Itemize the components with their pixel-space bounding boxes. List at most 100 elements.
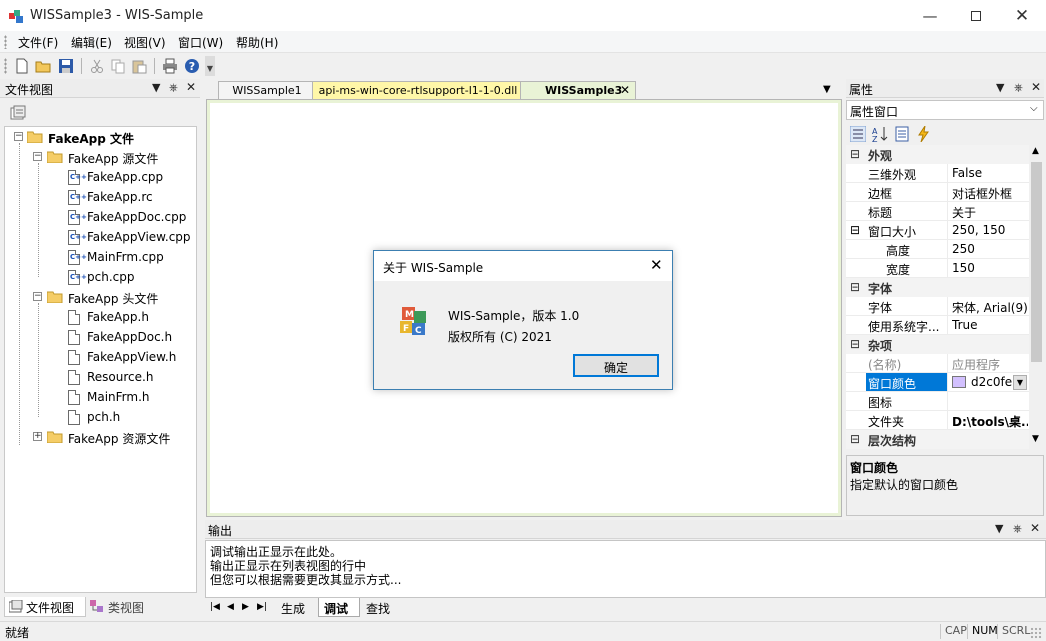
property-value[interactable]: 250, 150 — [952, 223, 1028, 237]
menubar-grip[interactable] — [4, 35, 7, 49]
panel-close-icon[interactable]: ✕ — [186, 80, 196, 94]
property-value[interactable]: False — [952, 166, 1028, 180]
property-row[interactable]: 边框 对话框外框 — [846, 183, 1029, 202]
property-row[interactable]: 文件夹 D:\tools\桌... — [846, 411, 1029, 430]
toolbar-grip[interactable] — [4, 58, 7, 74]
tree-item-resource-group[interactable]: + FakeApp 资源文件 — [5, 428, 195, 448]
ok-button[interactable]: 确定 — [573, 354, 659, 377]
resize-grip[interactable] — [1030, 627, 1042, 639]
events-icon[interactable] — [916, 126, 932, 142]
tree-item-header-group[interactable]: − FakeApp 头文件 — [5, 288, 195, 308]
property-category[interactable]: ⊟ 字体 — [846, 278, 1029, 297]
collapse-icon[interactable]: ⊟ — [850, 223, 860, 237]
panel-menu-icon[interactable]: ▼ — [996, 81, 1004, 94]
menu-view[interactable]: 视图(V) — [124, 34, 166, 51]
tree-item-file[interactable]: FakeAppView.h — [5, 348, 195, 368]
tab-find[interactable]: 查找 — [366, 600, 390, 617]
collapse-icon[interactable]: ⊟ — [850, 337, 860, 351]
scrollbar-thumb[interactable] — [1031, 162, 1042, 362]
tree-item-file[interactable]: C++ FakeAppDoc.cpp — [5, 208, 195, 228]
tree-item-file[interactable]: FakeAppDoc.h — [5, 328, 195, 348]
sort-alphabetical-icon[interactable]: AZ — [872, 126, 888, 142]
tree-item-file[interactable]: C++ FakeAppView.cpp — [5, 228, 195, 248]
tree-item-file[interactable]: C++ FakeApp.cpp — [5, 168, 195, 188]
property-value[interactable]: d2c0fe — [971, 375, 1012, 389]
next-tab-icon[interactable]: ▶ — [242, 602, 249, 612]
help-icon[interactable]: ? — [184, 58, 200, 74]
tab-dll[interactable]: api-ms-win-core-rtlsupport-l1-1-0.dll — [312, 81, 524, 100]
properties-icon[interactable] — [10, 105, 26, 121]
dialog-close-icon[interactable]: ✕ — [650, 256, 663, 274]
property-pages-icon[interactable] — [894, 126, 910, 142]
pin-icon[interactable]: ⎈ — [1013, 522, 1022, 536]
output-list[interactable]: 调试输出正显示在此处。 输出正显示在列表视图的行中 但您可以根据需要更改其显示方… — [205, 540, 1046, 598]
minimize-button[interactable]: — — [907, 0, 953, 31]
tab-build[interactable]: 生成 — [281, 600, 305, 617]
property-row[interactable]: 三维外观 False — [846, 164, 1029, 183]
open-folder-icon[interactable] — [35, 58, 51, 74]
dropdown-button[interactable]: ▼ — [1013, 375, 1027, 390]
pin-icon[interactable]: ⎈ — [1014, 81, 1023, 95]
collapse-icon[interactable]: − — [14, 132, 23, 141]
cut-icon[interactable] — [89, 58, 105, 74]
collapse-icon[interactable]: ⊟ — [850, 280, 860, 294]
property-value[interactable]: 对话框外框 — [952, 185, 1028, 202]
property-row[interactable]: 宽度 150 — [846, 259, 1029, 278]
scroll-down-icon[interactable]: ▼ — [1032, 434, 1039, 444]
pin-icon[interactable]: ⎈ — [169, 81, 178, 95]
property-category[interactable]: ⊟ 杂项 — [846, 335, 1029, 354]
categorized-icon[interactable] — [850, 126, 866, 142]
new-file-icon[interactable] — [14, 58, 30, 74]
tree-item-file[interactable]: pch.h — [5, 408, 195, 428]
chevron-down-icon[interactable]: ⌵ — [1030, 103, 1038, 114]
tree-item-file[interactable]: Resource.h — [5, 368, 195, 388]
panel-menu-icon[interactable]: ▼ — [152, 81, 160, 94]
property-value[interactable]: True — [952, 318, 1028, 332]
menu-edit[interactable]: 编辑(E) — [71, 34, 112, 51]
property-row[interactable]: ⊟ 窗口大小 250, 150 — [846, 221, 1029, 240]
paste-icon[interactable] — [131, 58, 147, 74]
property-row[interactable]: 高度 250 — [846, 240, 1029, 259]
tree-item-file[interactable]: C++ FakeApp.rc — [5, 188, 195, 208]
property-value[interactable]: 宋体, Arial(9) — [952, 299, 1028, 316]
property-category[interactable]: ⊟ 层次结构 — [846, 430, 1029, 449]
property-value[interactable]: D:\tools\桌... — [952, 413, 1028, 430]
property-category[interactable]: ⊟ 外观 — [846, 145, 1029, 164]
close-button[interactable]: ✕ — [999, 0, 1045, 31]
property-row[interactable]: 使用系统字... True — [846, 316, 1029, 335]
tree-item-file[interactable]: MainFrm.h — [5, 388, 195, 408]
property-value[interactable]: 应用程序 — [952, 356, 1028, 373]
expand-icon[interactable]: + — [33, 432, 42, 441]
property-value[interactable]: 关于 — [952, 204, 1028, 221]
property-row-selected[interactable]: 窗口颜色 d2c0fe ▼ — [846, 373, 1029, 392]
property-grid-scrollbar[interactable]: ▲ ▼ — [1029, 145, 1044, 449]
collapse-icon[interactable]: − — [33, 152, 42, 161]
tab-class-view[interactable]: 类视图 — [88, 597, 158, 617]
maximize-button[interactable] — [953, 0, 999, 31]
menu-help[interactable]: 帮助(H) — [236, 34, 278, 51]
panel-menu-icon[interactable]: ▼ — [995, 522, 1003, 535]
property-row[interactable]: (名称) 应用程序 — [846, 354, 1029, 373]
save-icon[interactable] — [58, 58, 74, 74]
prev-tab-icon[interactable]: ◀ — [227, 602, 234, 612]
property-value[interactable]: 150 — [952, 261, 1028, 275]
tab-file-view[interactable]: 文件视图 — [4, 597, 86, 617]
property-row[interactable]: 标题 关于 — [846, 202, 1029, 221]
print-icon[interactable] — [162, 58, 178, 74]
tree-item-file[interactable]: C++ MainFrm.cpp — [5, 248, 195, 268]
tab-wissample1[interactable]: WISSample1 — [218, 81, 316, 100]
tab-list-dropdown-icon[interactable]: ▼ — [823, 84, 831, 95]
scroll-up-icon[interactable]: ▲ — [1032, 146, 1039, 156]
tree-item-root[interactable]: − FakeApp 文件 — [5, 128, 195, 148]
tree-item-file[interactable]: FakeApp.h — [5, 308, 195, 328]
properties-object-combo[interactable]: 属性窗口 ⌵ — [846, 100, 1044, 120]
property-value[interactable]: 250 — [952, 242, 1028, 256]
tree-item-file[interactable]: C++ pch.cpp — [5, 268, 195, 288]
menu-file[interactable]: 文件(F) — [18, 34, 58, 51]
property-row[interactable]: 图标 — [846, 392, 1029, 411]
copy-icon[interactable] — [110, 58, 126, 74]
tree-item-source-group[interactable]: − FakeApp 源文件 — [5, 148, 195, 168]
property-row[interactable]: 字体 宋体, Arial(9) — [846, 297, 1029, 316]
tab-debug[interactable]: 调试 — [318, 598, 360, 617]
tab-close-icon[interactable]: ✕ — [620, 83, 630, 97]
